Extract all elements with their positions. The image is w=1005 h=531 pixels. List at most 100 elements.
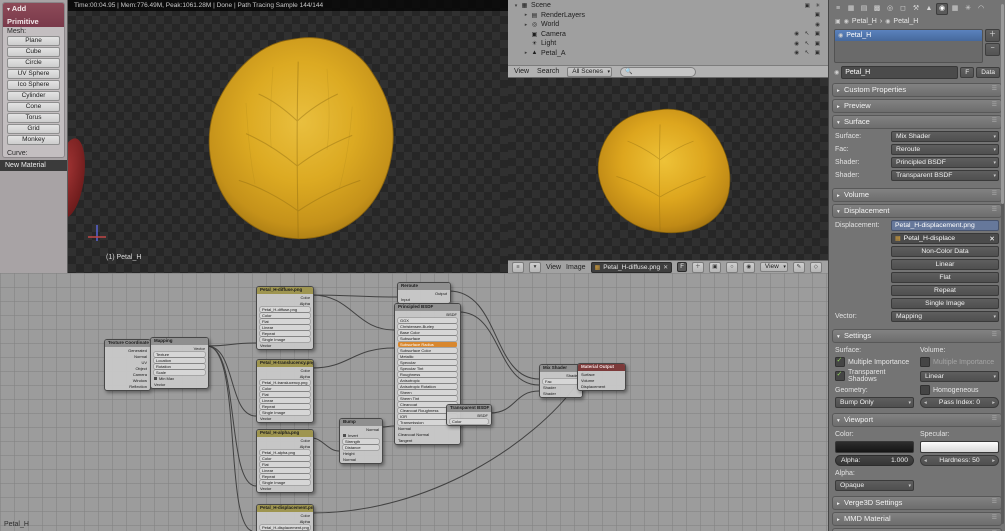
- node-socket-repeat[interactable]: Repeat: [260, 473, 310, 479]
- new-material-button[interactable]: New Material: [0, 160, 67, 171]
- displacement-image-datablock[interactable]: ▦ Petal_H-displace ✕: [891, 233, 999, 244]
- mesh-primitive-button[interactable]: Cone: [7, 102, 60, 112]
- surface-row-value-dropdown[interactable]: Transparent BSDF: [891, 170, 999, 181]
- node-title[interactable]: Petal_H-translucency.png: [257, 360, 313, 367]
- mesh-primitive-button[interactable]: Plane: [7, 36, 60, 46]
- data-link-dropdown[interactable]: Data: [976, 67, 1000, 78]
- outliner-display-dropdown[interactable]: All Scenes: [567, 66, 612, 77]
- node-socket-bsdf[interactable]: BSDF: [450, 413, 488, 418]
- mesh-primitive-button[interactable]: Grid: [7, 124, 60, 134]
- node-title[interactable]: Principled BSDF: [395, 304, 460, 311]
- tab-particles-icon[interactable]: ✳: [962, 3, 974, 15]
- node-socket-input[interactable]: Input: [401, 297, 447, 302]
- panel-displacement[interactable]: ▾ Displacement: [832, 204, 1002, 218]
- panel-verge3d-settings[interactable]: ▸ Verge3D Settings: [832, 496, 1002, 510]
- outliner-row[interactable]: ▸ ◎ World ◉: [508, 20, 828, 30]
- tab-physics-icon[interactable]: ◠: [975, 3, 987, 15]
- material-name-field[interactable]: Petal_H: [841, 66, 959, 79]
- node-socket-location[interactable]: Location: [154, 357, 205, 363]
- node-socket-specular[interactable]: Specular: [398, 359, 457, 365]
- tab-modifiers-icon[interactable]: ⚒: [910, 3, 922, 15]
- surface-row-value-dropdown[interactable]: Principled BSDF: [891, 157, 999, 168]
- node-socket-clearcoat-normal[interactable]: Clearcoat Normal: [398, 432, 457, 437]
- outliner-row[interactable]: ▸ ▤ RenderLayers ▣: [508, 11, 828, 21]
- node-socket-color[interactable]: Color: [260, 455, 310, 461]
- node-socket-min-max[interactable]: Min Max: [154, 376, 205, 381]
- pivot-icon[interactable]: ◉: [742, 261, 755, 273]
- node-socket-reflection[interactable]: Reflection: [108, 384, 147, 389]
- node-socket-linear[interactable]: Linear: [260, 397, 310, 403]
- vector-mapping-dropdown[interactable]: Mapping: [891, 311, 999, 322]
- node-socket-vector[interactable]: Vector: [260, 343, 310, 348]
- image-editor-canvas[interactable]: [508, 78, 828, 260]
- mesh-primitive-button[interactable]: Torus: [7, 113, 60, 123]
- node-socket-vector[interactable]: Vector: [154, 382, 205, 387]
- node-socket-linear[interactable]: Linear: [260, 467, 310, 473]
- node-socket-petal-h-translucency-png[interactable]: Petal_H-translucency.png: [260, 379, 310, 385]
- visibility-toggle-icons[interactable]: ◉ ↖ ▣: [794, 31, 828, 37]
- node-socket-alpha[interactable]: Alpha: [260, 519, 310, 524]
- draw-tool-icon[interactable]: ✎: [792, 261, 805, 273]
- node-socket-shader[interactable]: Shader: [543, 385, 579, 390]
- node-socket-vector[interactable]: Vector: [260, 416, 310, 421]
- transparent-shadows-checkbox[interactable]: Transparent Shadows: [835, 369, 914, 383]
- breadcrumb-active-material[interactable]: Petal_H: [893, 18, 918, 25]
- node-mapping[interactable]: Mapping Vector Texture Location Rotation Scal…: [150, 337, 209, 389]
- add-primitive-panel-header[interactable]: Add Primitive: [3, 3, 64, 27]
- displacement-node-field[interactable]: Petal_H-displacement.png: [891, 220, 999, 231]
- multiple-importance-checkbox[interactable]: Multiple Importance: [835, 356, 914, 367]
- tool-shelf[interactable]: Add Primitive Mesh: PlaneCubeCircleUV Sp…: [0, 0, 68, 273]
- expand-icon[interactable]: ▸: [522, 22, 530, 28]
- tab-menu-icon[interactable]: ≡: [832, 3, 844, 15]
- node-socket-strength[interactable]: Strength: [343, 438, 379, 444]
- node-socket-invert[interactable]: Invert: [343, 433, 379, 438]
- node-socket-normal[interactable]: Normal: [108, 354, 147, 359]
- node-title[interactable]: Petal_H-displacement.png: [257, 505, 313, 512]
- outliner-row[interactable]: ▣ Camera ◉ ↖ ▣: [508, 30, 828, 40]
- visibility-toggle-icons[interactable]: ◉ ↖ ▣: [794, 50, 828, 56]
- tab-texture-icon[interactable]: ▦: [949, 3, 961, 15]
- tab-render-icon[interactable]: ▦: [845, 3, 857, 15]
- node-material-output[interactable]: Material Output Surface Volume Displacement: [577, 363, 626, 391]
- displacement-option-button[interactable]: Repeat: [891, 285, 999, 296]
- node-socket-vector[interactable]: Vector: [154, 346, 205, 351]
- node-socket-anisotropic[interactable]: Anisotropic: [398, 377, 457, 383]
- visibility-toggle-icons[interactable]: ◉: [815, 22, 828, 28]
- node-image-texture-alpha[interactable]: Petal_H-alpha.png Color Alpha Petal_H-alpha…: [256, 429, 314, 493]
- viewport-3d[interactable]: Time:00:04.95 | Mem:776.49M, Peak:1061.2…: [68, 0, 508, 273]
- node-socket-rotation[interactable]: Rotation: [154, 363, 205, 369]
- node-socket-color[interactable]: Color: [260, 295, 310, 300]
- node-socket-petal-h-alpha-png[interactable]: Petal_H-alpha.png: [260, 449, 310, 455]
- node-socket-normal[interactable]: Normal: [398, 426, 457, 431]
- expand-icon[interactable]: ▾: [512, 3, 520, 9]
- node-socket-alpha[interactable]: Alpha: [260, 444, 310, 449]
- image-datablock-field[interactable]: ▦ Petal_H-diffuse.png ✕: [590, 261, 673, 273]
- node-socket-volume[interactable]: Volume: [581, 378, 622, 383]
- node-socket-sheen[interactable]: Sheen: [398, 389, 457, 395]
- node-socket-bsdf[interactable]: BSDF: [398, 312, 457, 317]
- node-socket-linear[interactable]: Linear: [260, 324, 310, 330]
- node-socket-flat[interactable]: Flat: [260, 318, 310, 324]
- node-socket-repeat[interactable]: Repeat: [260, 330, 310, 336]
- image-editor-menu-image[interactable]: Image: [566, 264, 585, 271]
- node-image-texture-translucency[interactable]: Petal_H-translucency.png Color Alpha Petal_…: [256, 359, 314, 423]
- viewport-specular-swatch[interactable]: [920, 441, 999, 453]
- node-bump[interactable]: Bump Normal Invert Strength Distance Height No…: [339, 418, 383, 464]
- node-socket-generated[interactable]: Generated: [108, 348, 147, 353]
- expand-icon[interactable]: ▸: [522, 12, 530, 18]
- tab-material-icon[interactable]: ◉: [936, 3, 948, 15]
- node-title[interactable]: Petal_H-diffuse.png: [257, 287, 313, 294]
- node-socket-anisotropic-rotation[interactable]: Anisotropic Rotation: [398, 383, 457, 389]
- node-editor[interactable]: Texture Coordinate Generated Normal UV Objec…: [0, 273, 828, 531]
- node-socket-christensen-burley[interactable]: Christensen-Burley: [398, 323, 457, 329]
- node-socket-distance[interactable]: Distance: [343, 444, 379, 450]
- outliner-row[interactable]: ☀ Light ◉ ↖ ▣: [508, 39, 828, 49]
- node-socket-displacement[interactable]: Displacement: [581, 384, 622, 389]
- outliner-row[interactable]: ▸ ▲ Petal_A ◉ ↖ ▣: [508, 49, 828, 59]
- node-socket-surface[interactable]: Surface: [581, 372, 622, 377]
- volume-multiple-importance-checkbox[interactable]: Multiple Importance: [920, 357, 999, 367]
- fake-user-button[interactable]: F: [960, 67, 975, 78]
- snap-icon[interactable]: ◇: [809, 261, 822, 273]
- node-socket-normal[interactable]: Normal: [343, 457, 379, 462]
- node-socket-petal-h-displacement-png[interactable]: Petal_H-displacement.png: [260, 524, 310, 530]
